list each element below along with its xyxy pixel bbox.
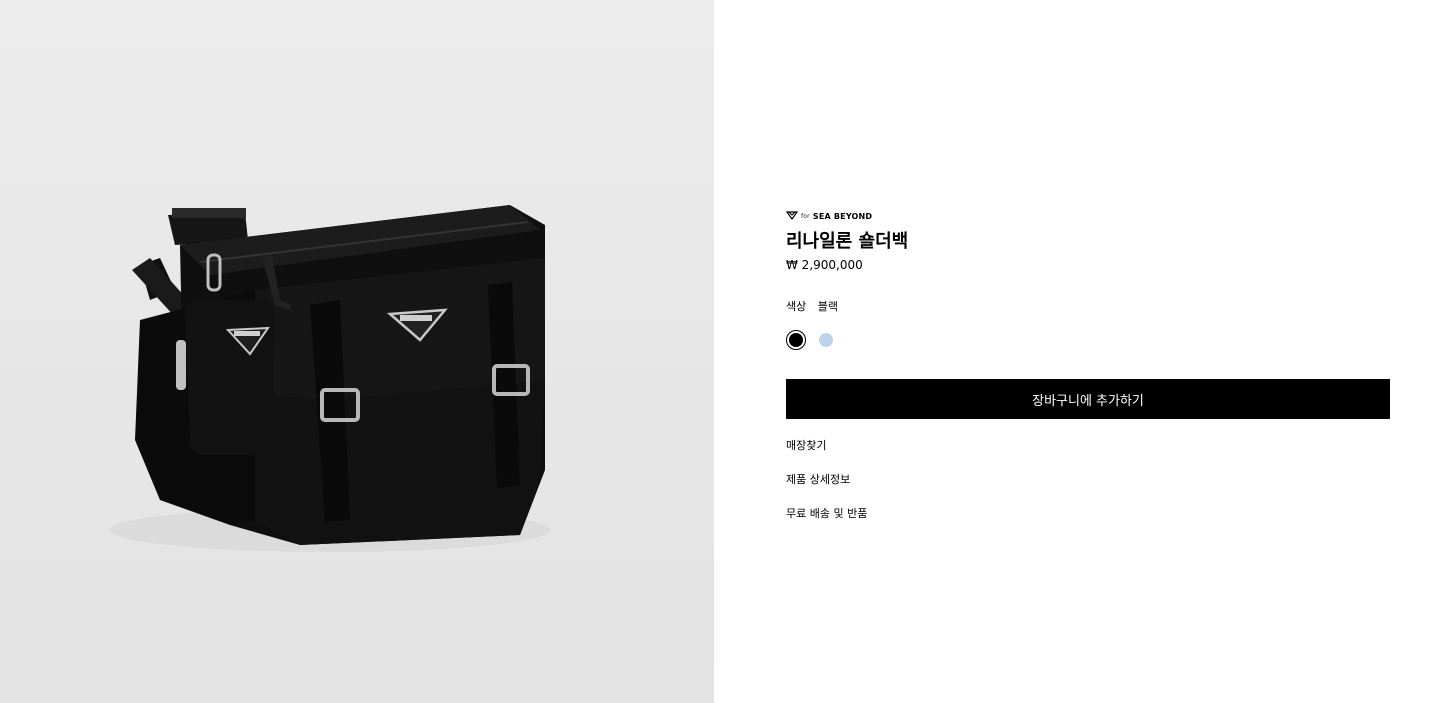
product-image[interactable]: [0, 0, 714, 703]
color-selection-label: 색상 블랙: [786, 298, 838, 314]
color-swatch-light-blue[interactable]: [816, 330, 836, 350]
add-to-cart-button[interactable]: 장바구니에 추가하기: [786, 379, 1390, 419]
color-swatch-light-blue-dot: [819, 333, 833, 347]
product-details-link[interactable]: 제품 상세정보: [786, 471, 850, 487]
color-swatch-black-dot: [789, 333, 803, 347]
shipping-returns-link[interactable]: 무료 배송 및 반품: [786, 505, 867, 521]
store-finder-link[interactable]: 매장찾기: [786, 437, 826, 453]
brand-tag-for: for: [801, 213, 810, 220]
color-swatch-black[interactable]: [786, 330, 806, 350]
product-info-panel: for SEA BEYOND 리나일론 숄더백 ₩ 2,900,000 색상 블…: [785, 0, 1390, 703]
color-label: 색상: [786, 300, 807, 313]
brand-tag-name: SEA BEYOND: [812, 212, 873, 221]
heart-diamond-icon: [785, 211, 799, 222]
product-title: 리나일론 숄더백: [786, 231, 909, 252]
color-value: 블랙: [817, 300, 838, 313]
color-swatches: [786, 330, 836, 350]
brand-tag: for SEA BEYOND: [785, 211, 873, 222]
product-price: ₩ 2,900,000: [786, 258, 863, 272]
bag-illustration: [110, 205, 550, 552]
